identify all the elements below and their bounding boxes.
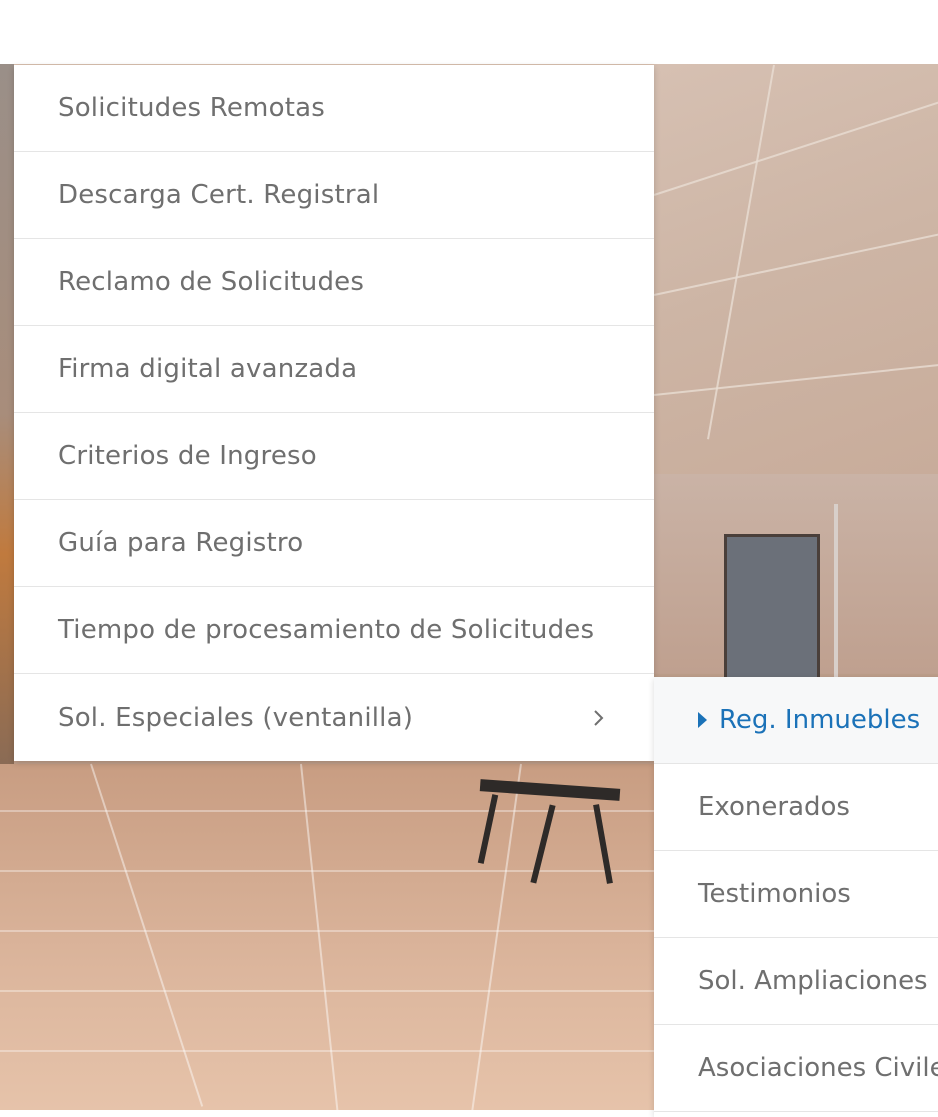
submenu-item-exonerados[interactable]: Exonerados bbox=[654, 764, 938, 851]
menu-item-label: Sol. Especiales (ventanilla) bbox=[58, 702, 414, 733]
submenu-item-asociaciones-civiles[interactable]: Asociaciones Civiles bbox=[654, 1025, 938, 1112]
photo-left-edge bbox=[0, 64, 14, 764]
submenu-item-testimonios[interactable]: Testimonios bbox=[654, 851, 938, 938]
main-dropdown-menu: Solicitudes Remotas Descarga Cert. Regis… bbox=[14, 65, 654, 761]
menu-item-descarga-cert-registral[interactable]: Descarga Cert. Registral bbox=[14, 152, 654, 239]
menu-item-criterios-de-ingreso[interactable]: Criterios de Ingreso bbox=[14, 413, 654, 500]
menu-item-label: Reclamo de Solicitudes bbox=[58, 267, 365, 297]
menu-item-label: Criterios de Ingreso bbox=[58, 441, 317, 471]
menu-item-tiempo-de-procesamiento[interactable]: Tiempo de procesamiento de Solicitudes bbox=[14, 587, 654, 674]
submenu-item-label: Reg. Inmuebles bbox=[719, 705, 921, 735]
menu-item-firma-digital-avanzada[interactable]: Firma digital avanzada bbox=[14, 326, 654, 413]
menu-item-sol-especiales-ventanilla[interactable]: Sol. Especiales (ventanilla) bbox=[14, 674, 654, 761]
menu-item-label: Guía para Registro bbox=[58, 528, 304, 558]
submenu-item-label: Sol. Ampliaciones bbox=[698, 966, 928, 996]
menu-item-label: Firma digital avanzada bbox=[58, 354, 358, 384]
chevron-right-icon bbox=[588, 707, 610, 729]
photo-ceiling bbox=[653, 64, 938, 534]
menu-item-label: Solicitudes Remotas bbox=[58, 93, 325, 123]
menu-item-label: Descarga Cert. Registral bbox=[58, 180, 380, 210]
menu-item-solicitudes-remotas[interactable]: Solicitudes Remotas bbox=[14, 65, 654, 152]
top-header-bar bbox=[0, 0, 938, 64]
submenu-item-label: Exonerados bbox=[698, 792, 850, 822]
menu-item-guia-para-registro[interactable]: Guía para Registro bbox=[14, 500, 654, 587]
submenu-item-label: Asociaciones Civiles bbox=[698, 1053, 938, 1083]
submenu-item-label: Testimonios bbox=[698, 879, 851, 909]
caret-right-icon bbox=[698, 712, 707, 728]
menu-item-label: Tiempo de procesamiento de Solicitudes bbox=[58, 615, 595, 645]
submenu-item-sol-ampliaciones[interactable]: Sol. Ampliaciones bbox=[654, 938, 938, 1025]
submenu-sol-especiales: Reg. Inmuebles Exonerados Testimonios So… bbox=[654, 677, 938, 1117]
submenu-item-reg-inmuebles[interactable]: Reg. Inmuebles bbox=[654, 677, 938, 764]
photo-wall bbox=[654, 474, 938, 694]
menu-item-reclamo-de-solicitudes[interactable]: Reclamo de Solicitudes bbox=[14, 239, 654, 326]
